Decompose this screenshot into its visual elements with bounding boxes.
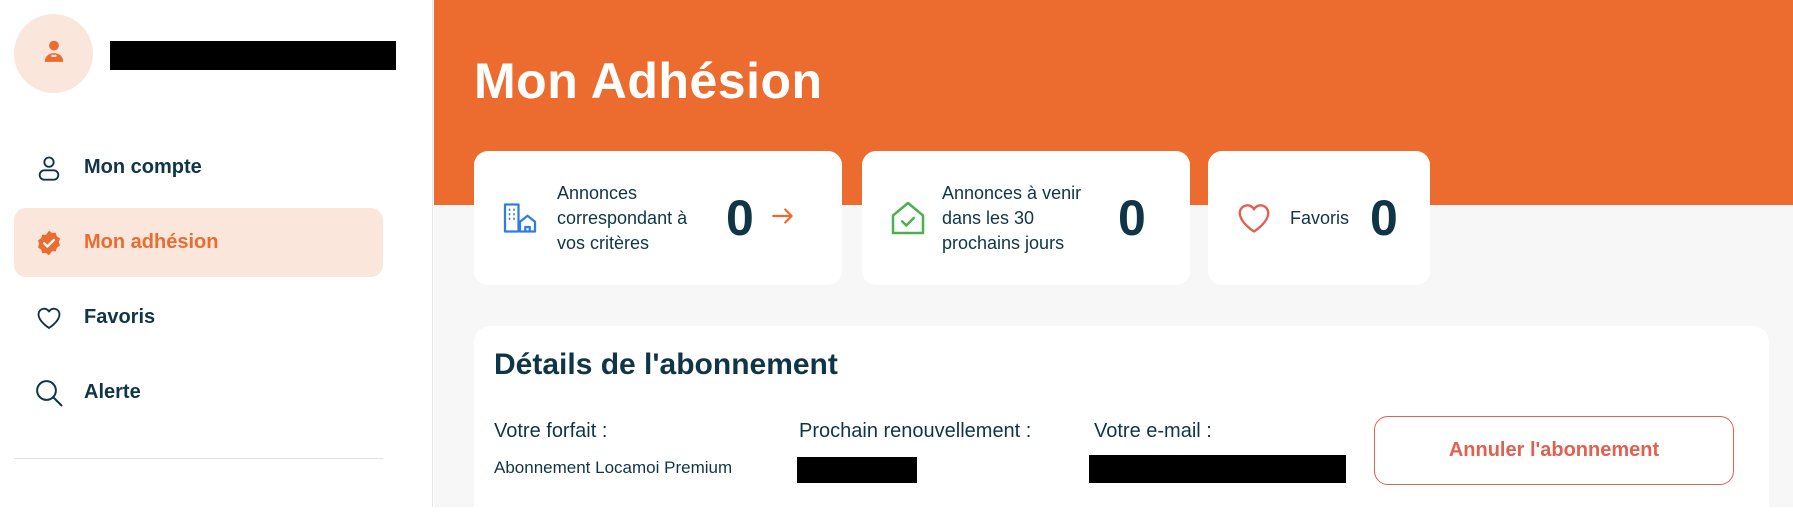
stat-count: 0 bbox=[1370, 190, 1398, 246]
stat-count: 0 bbox=[1118, 190, 1146, 246]
stat-label: Annonces à venir dans les 30 prochains j… bbox=[942, 181, 1112, 256]
user-icon bbox=[41, 38, 67, 69]
stat-label: Annonces correspondant à vos critères bbox=[557, 181, 722, 256]
page-title: Mon Adhésion bbox=[474, 53, 823, 109]
stat-label-line: dans les 30 bbox=[942, 207, 1035, 228]
building-home-icon bbox=[500, 198, 540, 238]
sidebar: Mon compte Mon adhésion Favoris Alerte bbox=[0, 0, 433, 507]
sidebar-item-label: Mon adhésion bbox=[84, 231, 219, 253]
stat-card-favoris[interactable]: Favoris 0 bbox=[1208, 151, 1430, 285]
heart-icon bbox=[32, 301, 66, 335]
stat-label-line: prochains jours bbox=[942, 232, 1065, 253]
plan-label: Votre forfait : bbox=[494, 420, 608, 442]
sidebar-item-alerte[interactable]: Alerte bbox=[14, 358, 383, 427]
stat-card-upcoming-listings[interactable]: Annonces à venir dans les 30 prochains j… bbox=[862, 151, 1190, 285]
avatar[interactable] bbox=[14, 14, 93, 93]
arrow-right-icon[interactable] bbox=[770, 203, 796, 234]
sidebar-item-mon-adhesion[interactable]: Mon adhésion bbox=[14, 208, 383, 277]
main-content: Mon Adhésion Annonces correspondant à vo… bbox=[434, 0, 1793, 526]
stat-label-line: correspondant à bbox=[557, 207, 688, 228]
sidebar-divider bbox=[14, 458, 383, 459]
renewal-label: Prochain renouvellement : bbox=[799, 420, 1032, 442]
sidebar-item-label: Favoris bbox=[84, 306, 156, 328]
cancel-subscription-button[interactable]: Annuler l'abonnement bbox=[1374, 416, 1734, 485]
sidebar-item-mon-compte[interactable]: Mon compte bbox=[14, 133, 383, 202]
plan-value: Abonnement Locamoi Premium bbox=[494, 458, 733, 477]
heart-icon bbox=[1234, 198, 1274, 238]
redacted-renewal-date bbox=[797, 457, 917, 483]
stat-label: Favoris bbox=[1290, 206, 1370, 231]
house-check-icon bbox=[888, 198, 928, 238]
stat-label-line: vos critères bbox=[557, 232, 650, 253]
verified-badge-icon bbox=[32, 226, 66, 260]
user-outline-icon bbox=[32, 151, 66, 185]
stat-card-matching-listings[interactable]: Annonces correspondant à vos critères 0 bbox=[474, 151, 842, 285]
sidebar-item-label: Mon compte bbox=[84, 156, 202, 178]
redacted-username bbox=[110, 41, 396, 70]
sidebar-item-label: Alerte bbox=[84, 381, 141, 403]
stat-label-line: Favoris bbox=[1290, 207, 1350, 228]
subscription-details-card: Détails de l'abonnement Votre forfait : … bbox=[474, 326, 1769, 526]
redacted-email bbox=[1089, 455, 1346, 483]
search-icon bbox=[32, 376, 66, 410]
stat-label-line: Annonces bbox=[557, 182, 638, 203]
section-title: Détails de l'abonnement bbox=[494, 348, 838, 381]
sidebar-item-favoris[interactable]: Favoris bbox=[14, 283, 383, 352]
email-label: Votre e-mail : bbox=[1094, 420, 1212, 442]
stat-label-line: Annonces à venir bbox=[942, 182, 1082, 203]
stat-count: 0 bbox=[726, 190, 754, 246]
